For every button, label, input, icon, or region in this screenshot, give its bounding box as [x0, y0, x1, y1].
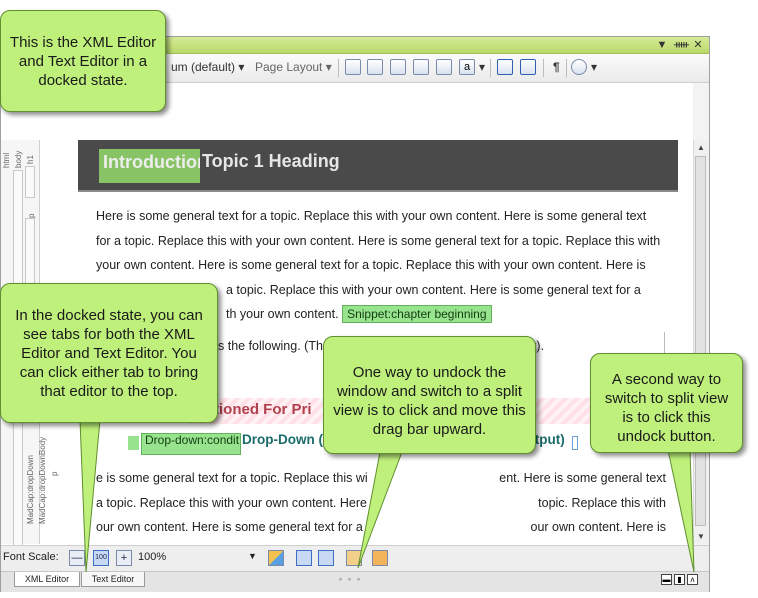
- callout-tail-undock: [667, 449, 695, 573]
- callout-tail-drag: [357, 451, 403, 569]
- callout-drag-bar: One way to undock the window and switch …: [323, 336, 536, 454]
- callout-undock-button: A second way to switch to split view is …: [590, 353, 743, 453]
- callout-tabs: In the docked state, you can see tabs fo…: [0, 283, 218, 423]
- callout-tail-tabs: [79, 419, 101, 573]
- callout-docked: This is the XML Editor and Text Editor i…: [0, 10, 166, 112]
